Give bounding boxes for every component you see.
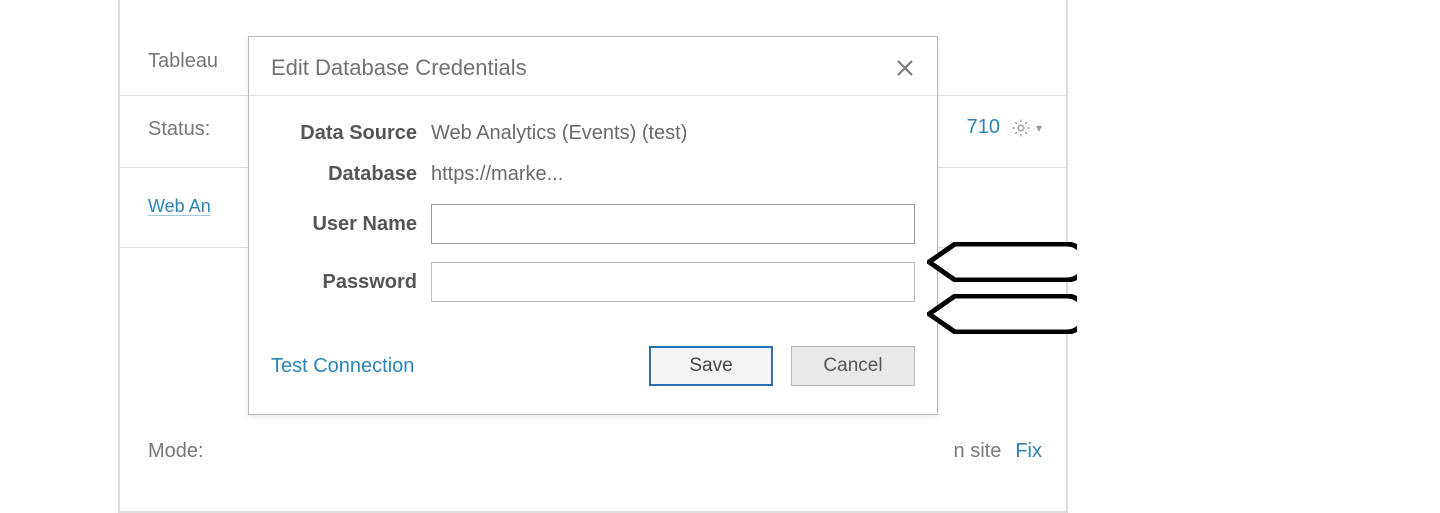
username-input[interactable] — [431, 204, 915, 244]
mode-row: Mode: n site Fix — [120, 418, 1066, 486]
save-button[interactable]: Save — [649, 346, 773, 386]
password-row: Password — [271, 262, 915, 302]
callout-tag-icon — [927, 294, 1077, 334]
callout-tag-icon — [927, 242, 1077, 282]
callout-tag-username — [927, 242, 1077, 282]
settings-gear-button[interactable]: ▾ — [1010, 117, 1042, 139]
callout-tag-password — [927, 294, 1077, 334]
username-row: User Name — [271, 204, 915, 244]
close-icon — [896, 59, 914, 77]
footer-fragment-text: n site — [954, 440, 1002, 463]
mode-row-right: n site Fix — [954, 440, 1042, 463]
header-fragment-text: 710 — [967, 116, 1000, 139]
data-source-value: Web Analytics (Events) (test) — [431, 122, 915, 145]
database-value: https://marke... — [431, 163, 915, 186]
mode-label: Mode: — [148, 440, 204, 462]
status-label: Status: — [148, 118, 210, 140]
dialog-body: Data Source Web Analytics (Events) (test… — [249, 96, 937, 326]
fix-link[interactable]: Fix — [1015, 440, 1042, 463]
data-source-row: Data Source Web Analytics (Events) (test… — [271, 122, 915, 145]
database-row: Database https://marke... — [271, 163, 915, 186]
tab-label: Tableau — [148, 50, 218, 72]
status-row-right: 710 ▾ — [967, 116, 1042, 139]
password-label: Password — [271, 271, 417, 294]
password-input[interactable] — [431, 262, 915, 302]
username-label: User Name — [271, 213, 417, 236]
dialog-title: Edit Database Credentials — [271, 55, 527, 81]
partial-web-analytics-link[interactable]: Web An — [148, 196, 211, 216]
dialog-footer: Test Connection Save Cancel — [249, 326, 937, 414]
dialog-header: Edit Database Credentials — [249, 37, 937, 96]
cancel-button[interactable]: Cancel — [791, 346, 915, 386]
data-source-label: Data Source — [271, 122, 417, 145]
edit-credentials-dialog: Edit Database Credentials Data Source We… — [248, 36, 938, 415]
dialog-close-button[interactable] — [895, 58, 915, 78]
test-connection-link[interactable]: Test Connection — [271, 355, 414, 378]
database-label: Database — [271, 163, 417, 186]
chevron-down-icon: ▾ — [1036, 121, 1042, 135]
gear-icon — [1010, 117, 1032, 139]
